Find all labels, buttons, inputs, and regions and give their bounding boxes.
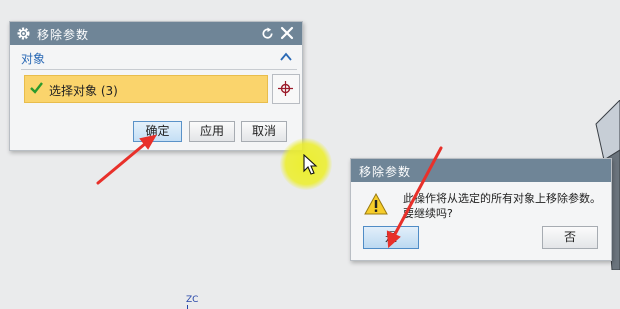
zc-axis-line xyxy=(187,305,188,309)
annotation-arrows xyxy=(96,134,443,249)
zc-axis-label: ZC xyxy=(186,295,199,305)
arrow-to-yes-button xyxy=(386,146,443,249)
arrow-to-ok-button xyxy=(96,134,158,185)
